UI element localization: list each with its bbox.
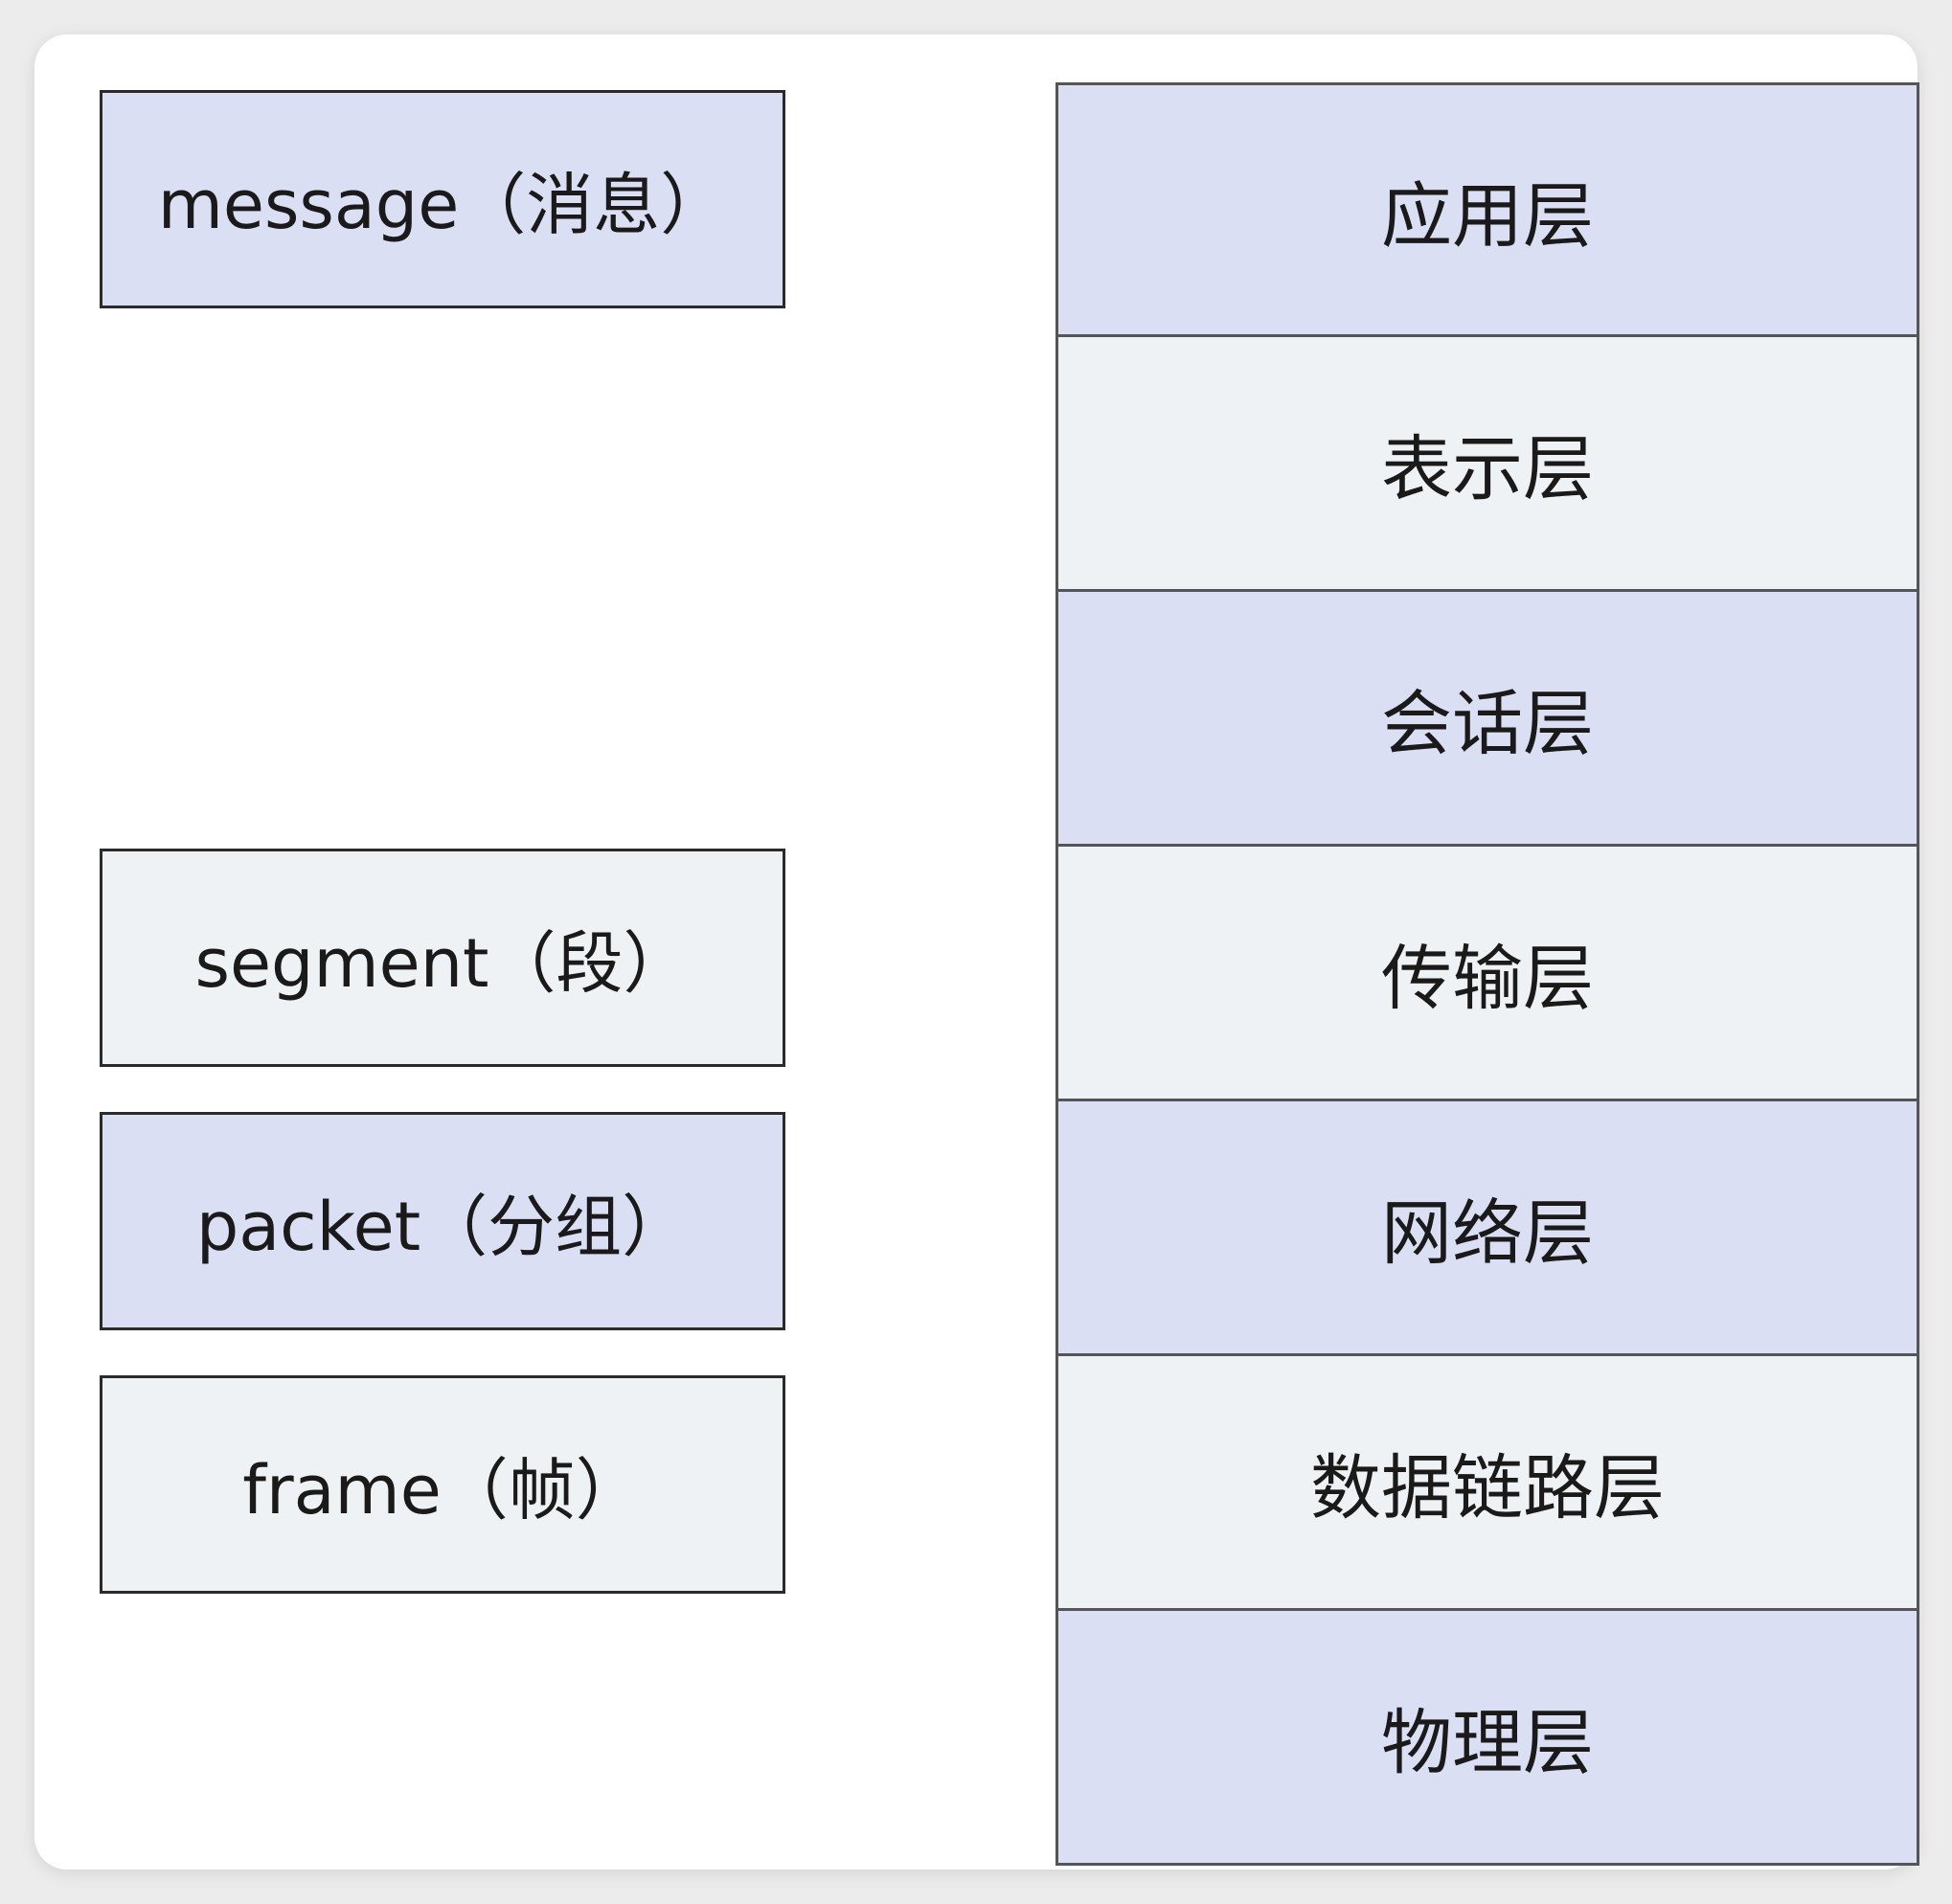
layer-application: 应用层: [1055, 82, 1919, 337]
layer-physical-label: 物理层: [1381, 1702, 1594, 1784]
layer-data-link-label: 数据链路层: [1310, 1447, 1665, 1530]
layer-presentation: 表示层: [1055, 337, 1919, 592]
pdu-packet-label: packet（分组）: [195, 1187, 690, 1266]
layer-network-label: 网络层: [1381, 1192, 1594, 1275]
layer-transport-label: 传输层: [1381, 938, 1594, 1020]
layer-session: 会话层: [1055, 592, 1919, 847]
layer-network: 网络层: [1055, 1101, 1919, 1356]
pdu-message: message（消息）: [100, 90, 785, 308]
layer-data-link: 数据链路层: [1055, 1356, 1919, 1611]
layer-session-label: 会话层: [1381, 683, 1594, 765]
layer-transport: 传输层: [1055, 847, 1919, 1101]
pdu-segment-label: segment（段）: [194, 923, 691, 1003]
pdu-packet: packet（分组）: [100, 1112, 785, 1330]
pdu-frame-label: frame（帧）: [242, 1450, 643, 1530]
pdu-message-label: message（消息）: [157, 165, 728, 244]
layer-physical: 物理层: [1055, 1611, 1919, 1866]
diagram-canvas: message（消息） segment（段） packet（分组） frame（…: [34, 34, 1919, 1870]
layer-presentation-label: 表示层: [1381, 428, 1594, 510]
pdu-segment: segment（段）: [100, 849, 785, 1067]
pdu-frame: frame（帧）: [100, 1375, 785, 1594]
layer-application-label: 应用层: [1381, 174, 1594, 258]
